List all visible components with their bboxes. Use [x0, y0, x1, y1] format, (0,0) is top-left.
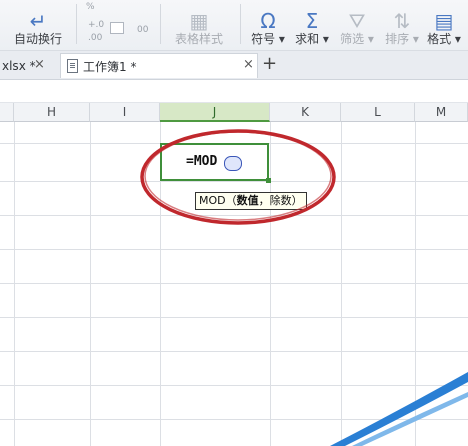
decorative-swoosh	[330, 372, 468, 446]
